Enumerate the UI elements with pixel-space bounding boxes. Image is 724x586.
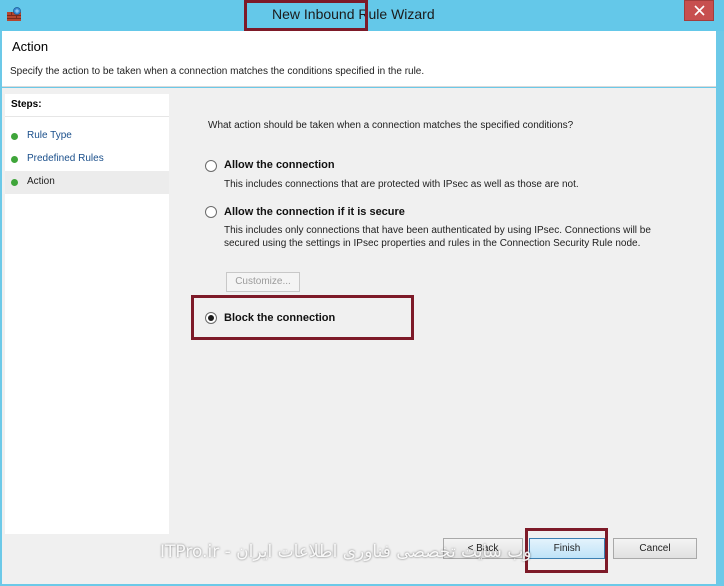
- block-option-highlight-box: [191, 295, 414, 340]
- action-question: What action should be taken when a conne…: [208, 120, 574, 131]
- allow-connection-radio[interactable]: [205, 160, 217, 172]
- finish-highlight-box: [525, 528, 608, 573]
- step-action[interactable]: Action: [5, 171, 169, 194]
- customize-button[interactable]: Customize...: [226, 272, 300, 292]
- step-label: Action: [27, 176, 55, 187]
- wizard-header: Action Specify the action to be taken wh…: [2, 31, 716, 87]
- page-title: Action: [12, 39, 49, 54]
- steps-title: Steps:: [11, 99, 42, 110]
- allow-connection-label[interactable]: Allow the connection: [224, 159, 335, 171]
- allow-if-secure-label[interactable]: Allow the connection if it is secure: [224, 206, 405, 218]
- allow-if-secure-radio[interactable]: [205, 206, 217, 218]
- steps-divider: [5, 116, 169, 117]
- step-predefined-rules[interactable]: Predefined Rules: [5, 148, 169, 171]
- step-status-icon: [11, 133, 18, 140]
- step-label: Predefined Rules: [27, 153, 104, 164]
- steps-panel: Steps: Rule Type Predefined Rules Action: [5, 94, 169, 534]
- step-status-icon: [11, 156, 18, 163]
- page-description: Specify the action to be taken when a co…: [10, 66, 425, 77]
- close-button[interactable]: [684, 0, 714, 21]
- cancel-button[interactable]: Cancel: [613, 538, 697, 559]
- step-label: Rule Type: [27, 130, 72, 141]
- step-status-icon: [11, 179, 18, 186]
- allow-if-secure-description: This includes only connections that have…: [224, 225, 651, 249]
- allow-connection-description: This includes connections that are prote…: [224, 179, 579, 190]
- step-rule-type[interactable]: Rule Type: [5, 125, 169, 148]
- title-highlight-box: [244, 0, 368, 31]
- watermark-text: وب سایت تخصصی فناوری اطلاعات ایران - ITP…: [160, 542, 532, 562]
- firewall-icon: [6, 6, 22, 22]
